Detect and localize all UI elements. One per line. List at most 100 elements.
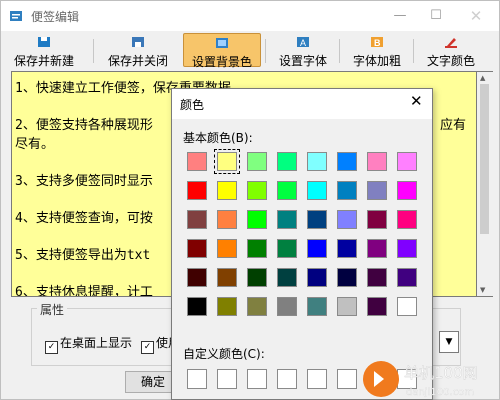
toolbar-separator	[339, 39, 340, 63]
watermark-domain: danji100.com	[406, 387, 474, 398]
color-swatch[interactable]	[307, 297, 327, 316]
show-on-desktop-checkbox[interactable]: ✓ 在桌面上显示	[45, 334, 132, 354]
color-swatch[interactable]	[277, 181, 297, 200]
color-swatch[interactable]	[277, 152, 297, 171]
custom-color-swatch[interactable]	[307, 369, 327, 389]
color-swatch[interactable]	[367, 152, 387, 171]
font-icon: A	[297, 37, 309, 48]
color-swatch[interactable]	[187, 297, 207, 316]
color-swatch[interactable]	[187, 268, 207, 287]
save-and-new-button[interactable]: 保存并新建	[3, 33, 85, 68]
toolbar-separator	[93, 39, 94, 63]
color-swatch[interactable]	[247, 210, 267, 229]
svg-text:B: B	[374, 38, 381, 48]
color-swatch[interactable]	[214, 149, 240, 174]
color-swatch[interactable]	[187, 152, 207, 171]
vertical-scrollbar[interactable]: ▲ ▼	[477, 71, 493, 297]
custom-color-swatch[interactable]	[217, 369, 237, 389]
color-swatch[interactable]	[217, 181, 237, 200]
color-swatch[interactable]	[307, 181, 327, 200]
pen-color-icon	[445, 38, 457, 48]
color-swatch[interactable]	[337, 297, 357, 316]
title-bar: 便签编辑 — ☐ ✕	[1, 1, 499, 31]
color-dialog: 颜色 ✕ 基本颜色(B): 自定义颜色(C):	[171, 88, 433, 400]
color-dialog-title-bar	[172, 89, 432, 119]
attribute-dropdown[interactable]: ▼	[439, 331, 459, 353]
color-swatch[interactable]	[337, 181, 357, 200]
toolbar: 保存并新建 保存并关闭 设置背景色 A 设置字体 B 字体加粗 文字颜色	[1, 31, 499, 69]
color-swatch[interactable]	[307, 268, 327, 287]
color-swatch[interactable]	[247, 181, 267, 200]
save-and-close-button[interactable]: 保存并关闭	[99, 33, 177, 68]
color-swatch[interactable]	[277, 297, 297, 316]
color-swatch[interactable]	[247, 152, 267, 171]
color-swatch[interactable]	[187, 181, 207, 200]
color-swatch[interactable]	[277, 239, 297, 258]
minimize-button[interactable]: —	[383, 1, 417, 31]
color-swatch[interactable]	[217, 210, 237, 229]
text-color-label: 文字颜色	[426, 54, 475, 68]
background-color-icon	[216, 38, 228, 48]
custom-color-swatch[interactable]	[337, 369, 357, 389]
note-line: 3、支持多便签同时显示	[15, 174, 153, 189]
set-background-color-button[interactable]: 设置背景色	[183, 33, 261, 69]
close-button[interactable]: ✕	[459, 1, 493, 31]
color-swatch[interactable]	[247, 297, 267, 316]
custom-color-swatch[interactable]	[247, 369, 267, 389]
color-swatch[interactable]	[367, 297, 387, 316]
basic-colors-label: 基本颜色(B):	[183, 131, 253, 145]
color-swatch[interactable]	[277, 268, 297, 287]
color-swatch[interactable]	[247, 239, 267, 258]
color-swatch[interactable]	[187, 239, 207, 258]
checkmark-icon: ✓	[141, 341, 154, 354]
color-swatch[interactable]	[367, 239, 387, 258]
scroll-down-icon[interactable]: ▼	[480, 286, 485, 294]
color-swatch[interactable]	[307, 239, 327, 258]
color-swatch[interactable]	[247, 268, 267, 287]
set-font-label: 设置字体	[278, 54, 327, 68]
custom-color-swatch[interactable]	[187, 369, 207, 389]
color-swatch[interactable]	[337, 210, 357, 229]
note-line: 2、便签支持各种展现形	[15, 118, 153, 133]
bold-font-label: 字体加粗	[352, 54, 401, 68]
color-swatch[interactable]	[217, 268, 237, 287]
color-swatch[interactable]	[367, 268, 387, 287]
color-swatch[interactable]	[397, 268, 417, 287]
color-swatch[interactable]	[397, 297, 417, 316]
maximize-button[interactable]: ☐	[419, 1, 453, 31]
window-title: 便签编辑	[31, 10, 80, 24]
custom-color-swatch[interactable]	[277, 369, 297, 389]
color-swatch[interactable]	[307, 152, 327, 171]
save-new-icon	[38, 37, 50, 47]
chevron-down-icon: ▼	[445, 337, 453, 347]
note-app-icon	[10, 11, 22, 21]
color-swatch[interactable]	[367, 210, 387, 229]
color-swatch[interactable]	[217, 297, 237, 316]
text-color-button[interactable]: 文字颜色	[419, 33, 483, 68]
color-swatch[interactable]	[337, 239, 357, 258]
color-swatch[interactable]	[337, 268, 357, 287]
color-swatch[interactable]	[307, 210, 327, 229]
color-swatch[interactable]	[337, 152, 357, 171]
scrollbar-thumb[interactable]	[480, 84, 489, 234]
toolbar-separator	[265, 39, 266, 63]
bold-font-button[interactable]: B 字体加粗	[345, 33, 409, 68]
site-watermark: 单机100网 danji100.com	[363, 361, 478, 398]
color-swatch[interactable]	[277, 210, 297, 229]
bold-icon: B	[371, 37, 383, 48]
custom-colors-label: 自定义颜色(C):	[183, 347, 265, 361]
color-swatch[interactable]	[397, 239, 417, 258]
color-swatch[interactable]	[397, 210, 417, 229]
scroll-up-icon[interactable]: ▲	[480, 74, 485, 82]
toolbar-separator	[413, 39, 414, 63]
set-font-button[interactable]: A 设置字体	[271, 33, 335, 68]
color-swatch[interactable]	[367, 181, 387, 200]
save-close-icon	[132, 37, 144, 47]
color-dialog-close-button[interactable]: ✕	[410, 92, 423, 110]
note-line: 应有	[440, 118, 467, 133]
color-swatch[interactable]	[217, 239, 237, 258]
color-swatch[interactable]	[397, 152, 417, 171]
color-swatch[interactable]	[187, 210, 207, 229]
note-line: 4、支持便签查询，可按	[15, 211, 153, 226]
color-swatch[interactable]	[397, 181, 417, 200]
